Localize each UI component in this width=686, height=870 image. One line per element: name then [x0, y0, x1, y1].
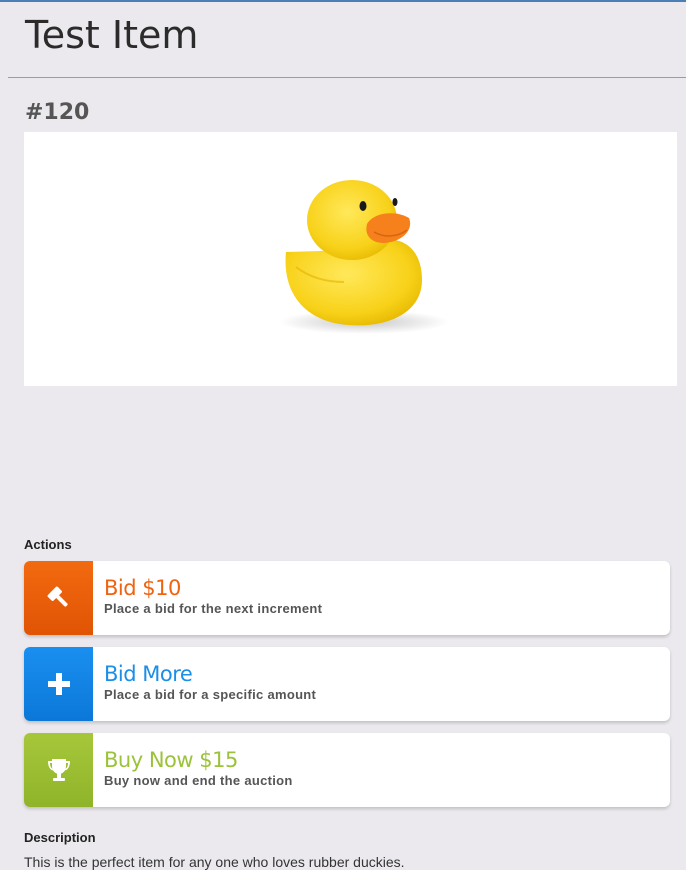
description-text: This is the perfect item for any one who… — [24, 854, 405, 870]
bid-increment-subtitle: Place a bid for the next increment — [104, 601, 323, 616]
bid-more-title: Bid More — [104, 662, 193, 686]
page-title: Test Item — [25, 13, 199, 57]
description-heading: Description — [24, 830, 96, 845]
rubber-duck-image — [279, 180, 449, 334]
gavel-icon — [24, 561, 93, 635]
item-page: Test Item #120 Actions Bid $10 Place a b… — [8, 0, 686, 870]
bid-more-button[interactable]: Bid More Place a bid for a specific amou… — [24, 647, 670, 721]
trophy-icon — [24, 733, 93, 807]
buy-now-title: Buy Now $15 — [104, 748, 238, 772]
bid-more-subtitle: Place a bid for a specific amount — [104, 687, 317, 702]
item-number: #120 — [25, 100, 90, 125]
buy-now-button[interactable]: Buy Now $15 Buy now and end the auction — [24, 733, 670, 807]
bid-increment-title: Bid $10 — [104, 576, 181, 600]
plus-icon — [24, 647, 93, 721]
title-divider — [8, 77, 686, 78]
buy-now-subtitle: Buy now and end the auction — [104, 773, 293, 788]
item-image — [24, 132, 677, 386]
actions-heading: Actions — [24, 537, 72, 552]
bid-increment-button[interactable]: Bid $10 Place a bid for the next increme… — [24, 561, 670, 635]
